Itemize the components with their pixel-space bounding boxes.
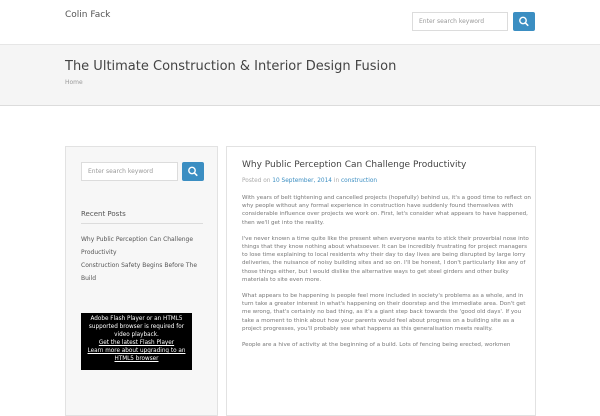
divider bbox=[81, 223, 203, 224]
article-paragraph: What appears to be happening is people f… bbox=[242, 293, 526, 332]
article-date-link[interactable]: 10 September, 2014 bbox=[272, 178, 332, 184]
flash-player-notice: Adobe Flash Player or an HTML5 supported… bbox=[81, 313, 192, 370]
breadcrumb-home[interactable]: Home bbox=[65, 79, 83, 86]
search-icon bbox=[513, 12, 535, 31]
recent-post-link[interactable]: Construction Safety Begins Before The Bu… bbox=[81, 259, 206, 285]
page-title: The Ultimate Construction & Interior Des… bbox=[65, 59, 397, 74]
flash-notice-text: Adobe Flash Player or an HTML5 supported… bbox=[88, 316, 185, 338]
article-card: Why Public Perception Can Challenge Prod… bbox=[226, 146, 536, 416]
recent-posts-list: Why Public Perception Can Challenge Prod… bbox=[81, 233, 206, 285]
search-icon bbox=[182, 162, 204, 181]
recent-post-link[interactable]: Why Public Perception Can Challenge Prod… bbox=[81, 233, 206, 259]
header-search-button[interactable] bbox=[513, 12, 535, 31]
site-title[interactable]: Colin Fack bbox=[65, 10, 110, 20]
sidebar-search-input[interactable]: Enter search keyword bbox=[81, 162, 178, 181]
flash-player-link[interactable]: Get the latest Flash Player bbox=[81, 339, 192, 347]
article-body: With years of belt tightening and cancel… bbox=[242, 194, 532, 357]
top-header: Colin Fack Enter search keyword bbox=[0, 0, 600, 45]
sidebar-search-button[interactable] bbox=[182, 162, 204, 181]
html5-upgrade-link[interactable]: Learn more about upgrading to an HTML5 b… bbox=[81, 347, 192, 363]
sidebar: Enter search keyword Recent Posts Why Pu… bbox=[65, 146, 218, 416]
article-paragraph: People are a hive of activity at the beg… bbox=[242, 342, 511, 349]
article-meta: Posted on 10 September, 2014 in construc… bbox=[242, 178, 377, 184]
article-paragraph: I've never known a time quite like the p… bbox=[242, 235, 529, 283]
meta-in: in bbox=[333, 178, 340, 184]
article-paragraph: With years of belt tightening and cancel… bbox=[242, 195, 531, 226]
meta-prefix: Posted on bbox=[242, 178, 271, 184]
article-title[interactable]: Why Public Perception Can Challenge Prod… bbox=[242, 160, 466, 170]
recent-posts-heading: Recent Posts bbox=[81, 210, 126, 218]
header-search-input[interactable]: Enter search keyword bbox=[412, 12, 508, 31]
article-category-link[interactable]: construction bbox=[341, 178, 377, 184]
page-hero: The Ultimate Construction & Interior Des… bbox=[0, 45, 600, 106]
